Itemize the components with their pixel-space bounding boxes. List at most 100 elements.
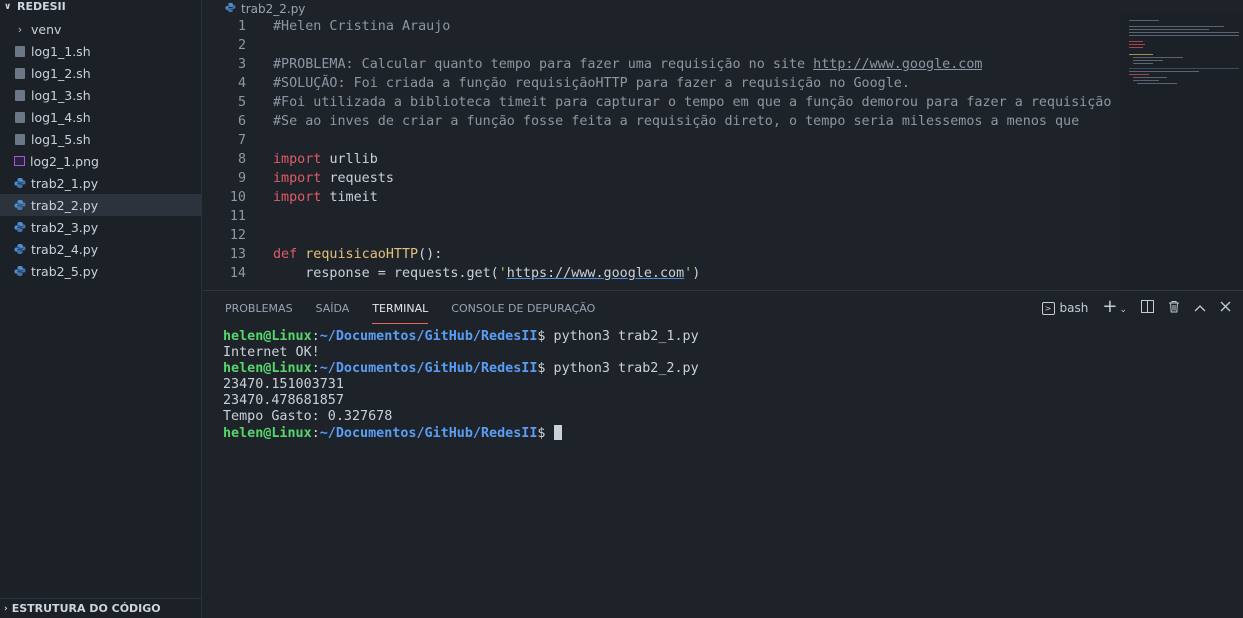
panel-toolbar: > bash + ⌄ <box>1041 291 1231 325</box>
folder-title: REDESII <box>17 0 66 13</box>
module-name: urllib <box>329 152 378 167</box>
python-file-icon <box>14 243 26 255</box>
code-line: 13 def requisicaoHTTP(): <box>203 245 1123 264</box>
close-panel-button[interactable] <box>1220 301 1231 315</box>
split-terminal-button[interactable] <box>1141 300 1154 316</box>
command-text: python3 trab2_2.py <box>545 361 699 376</box>
tree-item-label: trab2_1.py <box>31 175 99 191</box>
line-number: 10 <box>229 190 246 205</box>
tree-item-log2_1[interactable]: log2_1.png <box>0 150 201 172</box>
code-line: 3 #PROBLEMA: Calcular quanto tempo para f… <box>203 55 1123 74</box>
bottom-panel: PROBLEMAS SAÍDA TERMINAL CONSOLE DE DEPU… <box>203 290 1243 618</box>
prompt-path: ~/Documentos/GitHub/RedesII <box>319 361 538 376</box>
breadcrumb: trab2_2.py <box>203 0 1243 17</box>
code-link[interactable]: https://www.google.com <box>507 266 684 281</box>
python-file-icon <box>14 265 26 277</box>
terminal-line: Tempo Gasto: 0.327678 <box>223 409 393 424</box>
maximize-panel-button[interactable] <box>1194 301 1206 315</box>
chevron-up-icon <box>1194 305 1206 312</box>
terminal-line: helen@Linux:~/Documentos/GitHub/RedesII$… <box>223 329 699 344</box>
code-line: 5 #Foi utilizada a biblioteca timeit para… <box>203 93 1123 112</box>
tree-item-log1_2[interactable]: log1_2.sh <box>0 62 201 84</box>
module-name: requests <box>329 171 394 186</box>
tree-item-label: trab2_5.py <box>31 263 99 279</box>
comment-text: #PROBLEMA: Calcular quanto tempo para fa… <box>273 57 814 72</box>
explorer-sidebar: ∨ REDESII › venv log1_1.sh log1_2.sh log… <box>0 0 202 618</box>
add-terminal-button[interactable]: + ⌄ <box>1102 297 1127 316</box>
keyword: import <box>273 171 322 186</box>
tab-terminal[interactable]: TERMINAL <box>372 291 428 325</box>
shell-file-icon <box>15 133 25 145</box>
split-icon <box>1141 300 1154 313</box>
tree-item-label: log1_4.sh <box>31 109 91 125</box>
line-number: 4 <box>237 76 246 91</box>
code-link[interactable]: http://www.google.com <box>813 57 982 72</box>
python-file-icon <box>14 199 26 211</box>
code-line: 11 <box>203 207 1123 226</box>
keyword: def <box>273 247 298 262</box>
line-number: 8 <box>237 152 246 167</box>
tree-item-label: trab2_4.py <box>31 241 99 257</box>
keyword: import <box>273 152 322 167</box>
prompt-path: ~/Documentos/GitHub/RedesII <box>319 426 538 441</box>
code-text: #Foi utilizada a biblioteca timeit para … <box>273 95 1112 110</box>
terminal-selector[interactable]: > bash <box>1041 301 1089 315</box>
code-text: #SOLUÇÃO: Foi criada a função requisição… <box>273 76 910 91</box>
code-line: 6 #Se ao inves de criar a função fosse fe… <box>203 112 1123 131</box>
tree-item-venv[interactable]: › venv <box>0 18 201 40</box>
code-fragment: response = requests.get( <box>273 266 499 281</box>
line-number: 5 <box>237 95 246 110</box>
tree-item-label: log1_5.sh <box>31 131 91 147</box>
code-text: #Helen Cristina Araujo <box>273 19 451 34</box>
code-line: 7 <box>203 131 1123 150</box>
trash-icon <box>1169 301 1179 313</box>
tree-item-trab2_3[interactable]: trab2_3.py <box>0 216 201 238</box>
tree-item-log1_4[interactable]: log1_4.sh <box>0 106 201 128</box>
line-number: 3 <box>237 57 246 72</box>
terminal-cursor <box>553 425 562 440</box>
command-text: python3 trab2_1.py <box>545 329 699 344</box>
line-number: 9 <box>237 171 246 186</box>
code-editor[interactable]: trab2_2.py 1 #Helen Cristina Araujo 2 3 #P… <box>203 0 1243 289</box>
tab-problems[interactable]: PROBLEMAS <box>225 291 293 325</box>
code-line: 2 <box>203 36 1123 55</box>
chevron-down-icon[interactable]: ⌄ <box>1119 305 1127 315</box>
punctuation: (): <box>418 247 443 262</box>
tree-item-trab2_4[interactable]: trab2_4.py <box>0 238 201 260</box>
chevron-right-icon: › <box>4 603 8 614</box>
code-lines[interactable]: 1 #Helen Cristina Araujo 2 3 #PROBLEMA: Ca… <box>203 17 1123 283</box>
breadcrumb-file[interactable]: trab2_2.py <box>241 2 305 16</box>
prompt-user: helen@Linux <box>223 426 312 441</box>
minimap[interactable] <box>1121 14 1243 289</box>
shell-file-icon <box>15 67 25 79</box>
tree-item-trab2_5[interactable]: trab2_5.py <box>0 260 201 282</box>
tree-item-log1_1[interactable]: log1_1.sh <box>0 40 201 62</box>
explorer-folder-header[interactable]: ∨ REDESII <box>0 0 201 14</box>
shell-file-icon <box>15 89 25 101</box>
terminal-line: 23470.478681857 <box>223 393 344 408</box>
tab-output[interactable]: SAÍDA <box>316 291 350 325</box>
kill-terminal-button[interactable] <box>1168 300 1180 316</box>
shell-file-icon <box>15 111 25 123</box>
module-name: timeit <box>329 190 378 205</box>
python-file-icon <box>225 2 236 16</box>
code-text: response = requests.get('https://www.goo… <box>273 264 700 283</box>
python-file-icon <box>14 221 26 233</box>
code-text: #Se ao inves de criar a função fosse fei… <box>273 114 1080 129</box>
tab-debug-console[interactable]: CONSOLE DE DEPURAÇÃO <box>451 291 595 325</box>
tree-item-log1_3[interactable]: log1_3.sh <box>0 84 201 106</box>
terminal-shell-label: bash <box>1059 301 1089 315</box>
code-fragment: ) <box>692 266 701 281</box>
tree-item-trab2_2[interactable]: trab2_2.py <box>0 194 201 216</box>
terminal-line: helen@Linux:~/Documentos/GitHub/RedesII$ <box>223 425 1243 441</box>
line-number: 14 <box>229 266 246 281</box>
code-text: def requisicaoHTTP(): <box>273 245 442 264</box>
outline-section-header[interactable]: › ESTRUTURA DO CÓDIGO <box>0 598 201 618</box>
tree-item-log1_5[interactable]: log1_5.sh <box>0 128 201 150</box>
tree-item-trab2_1[interactable]: trab2_1.py <box>0 172 201 194</box>
terminal-output[interactable]: helen@Linux:~/Documentos/GitHub/RedesII$… <box>203 325 1243 441</box>
terminal-line: helen@Linux:~/Documentos/GitHub/RedesII$… <box>223 361 699 376</box>
image-file-icon <box>14 156 25 166</box>
code-line: 14 response = requests.get('https://www.… <box>203 264 1123 283</box>
code-line: 4 #SOLUÇÃO: Foi criada a função requisiçã… <box>203 74 1123 93</box>
